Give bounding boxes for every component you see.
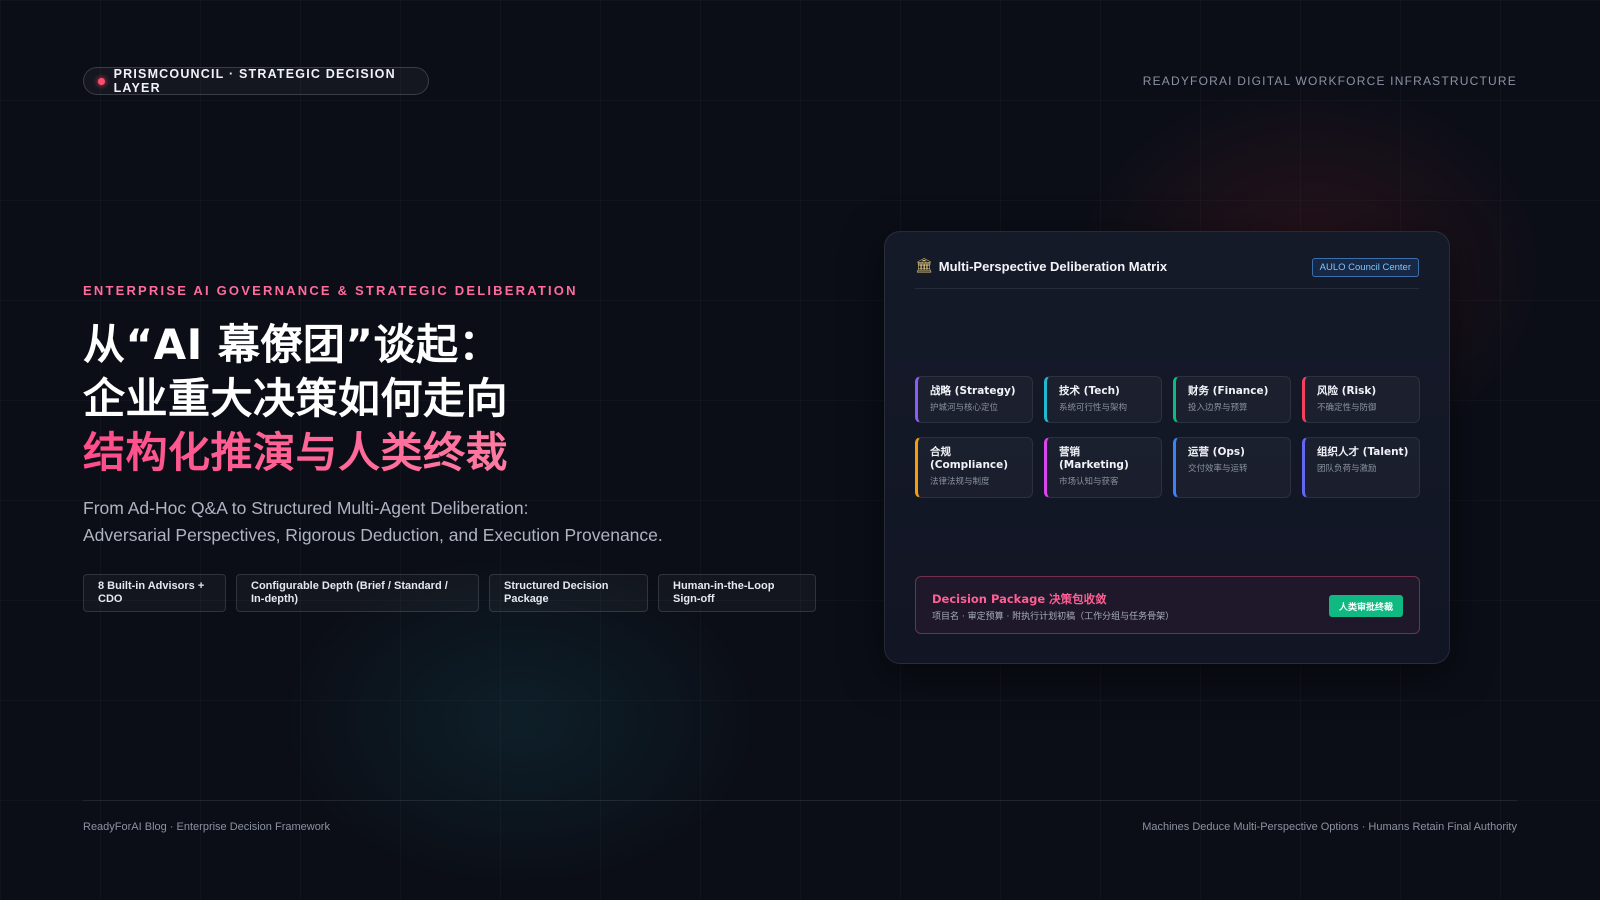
panel-title: Multi-Perspective Deliberation Matrix [938,258,1168,274]
brand-tagline: READYFORAI DIGITAL WORKFORCE INFRASTRUCT… [1142,74,1517,88]
advisor-card-risk[interactable]: 风险 (Risk) 不确定性与防御 [1302,376,1420,423]
advisor-title: 营销 (Marketing) [1059,446,1129,471]
advisor-desc: 团队负荷与激励 [1317,464,1377,474]
advisor-title: 风险 (Risk) [1317,385,1377,397]
feature-chip-signoff: Human-in-the-Loop Sign-off [658,574,816,612]
advisor-desc: 交付效率与运转 [1188,464,1248,474]
advisor-title: 技术 (Tech) [1059,385,1120,397]
status-dot-icon [98,77,105,85]
feature-chip-depth: Configurable Depth (Brief / Standard / I… [236,574,479,612]
advisor-title: 运营 (Ops) [1188,446,1245,458]
hero-subtitle-line-2: Adversarial Perspectives, Rigorous Deduc… [83,525,663,545]
advisor-card-strategy[interactable]: 战略 (Strategy) 护城河与核心定位 [915,376,1033,423]
bank-icon: 🏛 [915,258,933,274]
hero-title: 从“AI 幕僚团”谈起： 企业重大决策如何走向 结构化推演与人类终裁 [83,318,508,480]
advisor-grid: 战略 (Strategy) 护城河与核心定位 技术 (Tech) 系统可行性与架… [915,376,1420,498]
hero-subtitle: From Ad-Hoc Q&A to Structured Multi-Agen… [83,495,663,549]
feature-chip-advisors: 8 Built-in Advisors + CDO [83,574,226,612]
hero-title-line-1: 从“AI 幕僚团”谈起： [83,320,501,369]
advisor-desc: 法律法规与制度 [930,477,990,487]
deliberation-matrix-panel: 🏛 Multi-Perspective Deliberation Matrix … [884,231,1450,664]
hero-title-line-2: 企业重大决策如何走向 [83,374,509,423]
advisor-card-finance[interactable]: 财务 (Finance) 投入边界与预算 [1173,376,1291,423]
advisor-desc: 市场认知与获客 [1059,477,1119,487]
advisor-title: 财务 (Finance) [1188,385,1269,397]
product-pill: PRISMCOUNCIL · STRATEGIC DECISION LAYER [83,67,429,95]
advisor-card-compliance[interactable]: 合规 (Compliance) 法律法规与制度 [915,437,1033,498]
hero-subtitle-line-1: From Ad-Hoc Q&A to Structured Multi-Agen… [83,498,529,518]
decision-package-title: Decision Package 决策包收敛 [932,592,1107,606]
product-pill-label: PRISMCOUNCIL · STRATEGIC DECISION LAYER [113,67,396,95]
panel-header: 🏛 Multi-Perspective Deliberation Matrix … [915,258,1419,289]
advisor-title: 战略 (Strategy) [930,385,1016,397]
advisor-title: 合规 (Compliance) [930,446,1009,471]
council-center-badge[interactable]: AULO Council Center [1311,258,1419,277]
advisor-title: 组织人才 (Talent) [1317,446,1409,458]
decision-package: Decision Package 决策包收敛 项目名 · 审定预算 · 附执行计… [915,576,1420,634]
human-approval-button[interactable]: 人类审批终裁 [1328,595,1403,617]
decision-package-desc: 项目名 · 审定预算 · 附执行计划初稿（工作分组与任务骨架） [932,612,1175,622]
footer-left-text: ReadyForAI Blog · Enterprise Decision Fr… [83,821,330,833]
feature-chips: 8 Built-in Advisors + CDO Configurable D… [83,574,816,612]
footer-right-text: Machines Deduce Multi-Perspective Option… [1142,821,1517,833]
advisor-desc: 不确定性与防御 [1317,403,1377,413]
advisor-desc: 护城河与核心定位 [930,403,999,413]
advisor-desc: 系统可行性与架构 [1059,403,1128,413]
advisor-card-talent[interactable]: 组织人才 (Talent) 团队负荷与激励 [1302,437,1420,498]
hero-eyebrow: ENTERPRISE AI GOVERNANCE & STRATEGIC DEL… [83,283,578,298]
footer-divider [83,800,1517,801]
advisor-card-marketing[interactable]: 营销 (Marketing) 市场认知与获客 [1044,437,1162,498]
hero-title-line-3: 结构化推演与人类终裁 [83,426,508,480]
advisor-desc: 投入边界与预算 [1188,403,1248,413]
advisor-card-tech[interactable]: 技术 (Tech) 系统可行性与架构 [1044,376,1162,423]
feature-chip-package: Structured Decision Package [489,574,648,612]
advisor-card-ops[interactable]: 运营 (Ops) 交付效率与运转 [1173,437,1291,498]
